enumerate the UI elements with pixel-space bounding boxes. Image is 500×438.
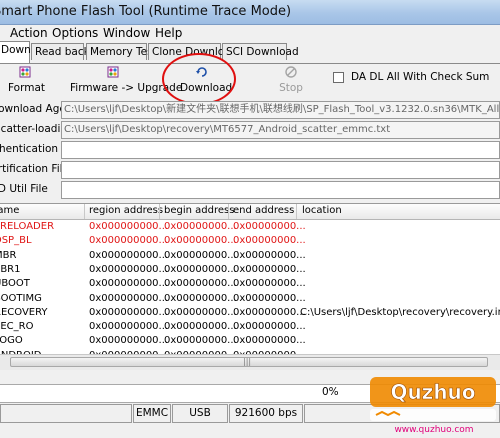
authentication-file-field[interactable] xyxy=(61,141,500,159)
authentication-file-row: Authentication File xyxy=(0,140,500,160)
cell-end: 0x00000000... xyxy=(233,263,306,275)
table-header: name region address begin address end ad… xyxy=(0,204,500,220)
cell-region: 0x000000000... xyxy=(89,263,169,275)
cell-end: 0x00000000... xyxy=(233,278,306,290)
menu-window[interactable]: Window xyxy=(103,26,150,40)
cell-region: 0x000000000... xyxy=(89,249,169,261)
cell-begin: 0x00000000... xyxy=(164,235,237,247)
scrollbar-thumb[interactable]: ||| xyxy=(10,357,488,367)
cell-location: C:\Users\ljf\Desktop\recovery\recovery.i… xyxy=(300,306,500,318)
horizontal-scrollbar[interactable]: ||| xyxy=(0,354,500,370)
cell-end: 0x00000000... xyxy=(233,235,306,247)
nand-util-file-row: NAND Util File xyxy=(0,180,500,200)
format-icon xyxy=(19,66,31,78)
table-row[interactable]: MBR0x000000000...0x00000000...0x00000000… xyxy=(0,249,500,264)
table-row[interactable]: LOGO0x000000000...0x00000000...0x0000000… xyxy=(0,334,500,349)
cell-name: UBOOT xyxy=(0,278,30,290)
table-row[interactable]: UBOOT0x000000000...0x00000000...0x000000… xyxy=(0,277,500,292)
menu-options[interactable]: Options xyxy=(52,26,98,40)
col-region-header[interactable]: region address xyxy=(89,205,163,216)
table-row[interactable]: EBR10x000000000...0x00000000...0x0000000… xyxy=(0,263,500,278)
cell-region: 0x000000000... xyxy=(89,292,169,304)
cell-end: 0x00000000... xyxy=(233,306,306,318)
annotation-circle xyxy=(162,53,236,105)
cell-end: 0x00000000... xyxy=(233,321,306,333)
da-dl-checkbox-label: DA DL All With Check Sum xyxy=(351,71,490,83)
stop-label: Stop xyxy=(279,82,303,94)
scatter-file-row: Scatter-loading File C:\Users\ljf\Deskto… xyxy=(0,120,500,140)
table-row[interactable]: RECOVERY0x000000000...0x00000000...0x000… xyxy=(0,306,500,321)
status-baud: 921600 bps xyxy=(229,404,303,423)
progress-percent: 0% xyxy=(322,386,339,398)
scatter-file-field[interactable]: C:\Users\ljf\Desktop\recovery\MT6577_And… xyxy=(61,121,500,139)
cell-begin: 0x00000000... xyxy=(164,306,237,318)
stop-icon xyxy=(285,66,297,78)
firmware-upgrade-icon xyxy=(107,66,119,78)
cell-region: 0x000000000... xyxy=(89,321,169,333)
cell-begin: 0x00000000... xyxy=(164,221,237,232)
da-dl-checkbox[interactable] xyxy=(333,72,344,83)
nand-util-file-label: NAND Util File xyxy=(0,183,48,195)
tab-sci-download[interactable]: SCI Download xyxy=(222,43,299,60)
cell-region: 0x000000000... xyxy=(89,335,169,347)
firmware-upgrade-button[interactable]: Firmware -> Upgrade xyxy=(70,66,182,94)
cell-begin: 0x00000000... xyxy=(164,263,237,275)
cell-begin: 0x00000000... xyxy=(164,292,237,304)
cell-end: 0x00000000... xyxy=(233,249,306,261)
certification-file-row: Certification File xyxy=(0,160,500,180)
cell-name: SEC_RO xyxy=(0,321,34,333)
col-begin-header[interactable]: begin address xyxy=(164,205,234,216)
col-end-header[interactable]: end address xyxy=(233,205,294,216)
cell-region: 0x000000000... xyxy=(89,278,169,290)
tab-read-back[interactable]: Read back xyxy=(31,43,90,60)
svg-text:www.quzhuo.com: www.quzhuo.com xyxy=(394,425,473,435)
scrollbar-grip-icon: ||| xyxy=(243,357,252,366)
window-title: Smart Phone Flash Tool (Runtime Trace Mo… xyxy=(0,4,292,19)
cell-region: 0x000000000... xyxy=(89,221,169,232)
status-storage: EMMC xyxy=(133,404,171,423)
cell-end: 0x00000000... xyxy=(233,335,306,347)
tab-memory-test[interactable]: Memory Test xyxy=(86,43,157,60)
download-agent-field[interactable]: C:\Users\ljf\Desktop\新建文件夹\联想手机\联想线刷\SP_… xyxy=(61,101,500,119)
table-row[interactable]: DSP_BL0x000000000...0x00000000...0x00000… xyxy=(0,234,500,249)
cell-name: BOOTIMG xyxy=(0,292,42,304)
format-button[interactable]: Format xyxy=(8,66,46,94)
cell-name: PRELOADER xyxy=(0,221,55,232)
nand-util-file-field[interactable] xyxy=(61,181,500,199)
col-location-header[interactable]: location xyxy=(302,205,342,216)
format-label: Format xyxy=(8,82,46,94)
certification-file-label: Certification File xyxy=(0,163,69,175)
status-cell-empty xyxy=(0,404,132,423)
menu-help[interactable]: Help xyxy=(155,26,182,40)
menu-action[interactable]: Action xyxy=(10,26,48,40)
certification-file-field[interactable] xyxy=(61,161,500,179)
title-bar: Smart Phone Flash Tool (Runtime Trace Mo… xyxy=(0,0,500,25)
cell-name: LOGO xyxy=(0,335,23,347)
cell-name: EBR1 xyxy=(0,263,21,275)
partition-table: name region address begin address end ad… xyxy=(0,203,500,370)
cell-begin: 0x00000000... xyxy=(164,249,237,261)
cell-region: 0x000000000... xyxy=(89,306,169,318)
cell-begin: 0x00000000... xyxy=(164,335,237,347)
cell-end: 0x00000000... xyxy=(233,221,306,232)
cell-name: MBR xyxy=(0,249,17,261)
download-agent-row: Download Agent C:\Users\ljf\Desktop\新建文件… xyxy=(0,100,500,120)
cell-region: 0x000000000... xyxy=(89,235,169,247)
cell-begin: 0x00000000... xyxy=(164,321,237,333)
cell-name: RECOVERY xyxy=(0,306,48,318)
cell-end: 0x00000000... xyxy=(233,292,306,304)
col-name-header[interactable]: name xyxy=(0,205,19,216)
table-row[interactable]: SEC_RO0x000000000...0x00000000...0x00000… xyxy=(0,320,500,335)
watermark-logo: Quzhuo www.quzhuo.com xyxy=(368,373,500,435)
svg-text:Quzhuo: Quzhuo xyxy=(390,380,475,404)
cell-begin: 0x00000000... xyxy=(164,278,237,290)
tab-bar: Download Read back Memory Test Clone Dow… xyxy=(0,41,500,64)
tab-download[interactable]: Download xyxy=(0,41,53,63)
menu-bar: Action Options Window Help xyxy=(0,25,500,41)
cell-name: DSP_BL xyxy=(0,235,32,247)
table-row[interactable]: PRELOADER 0x000000000... 0x00000000... 0x00… xyxy=(0,220,500,235)
status-port: USB xyxy=(172,404,228,423)
stop-button[interactable]: Stop xyxy=(278,66,304,94)
table-row[interactable]: BOOTIMG0x000000000...0x00000000...0x0000… xyxy=(0,292,500,307)
